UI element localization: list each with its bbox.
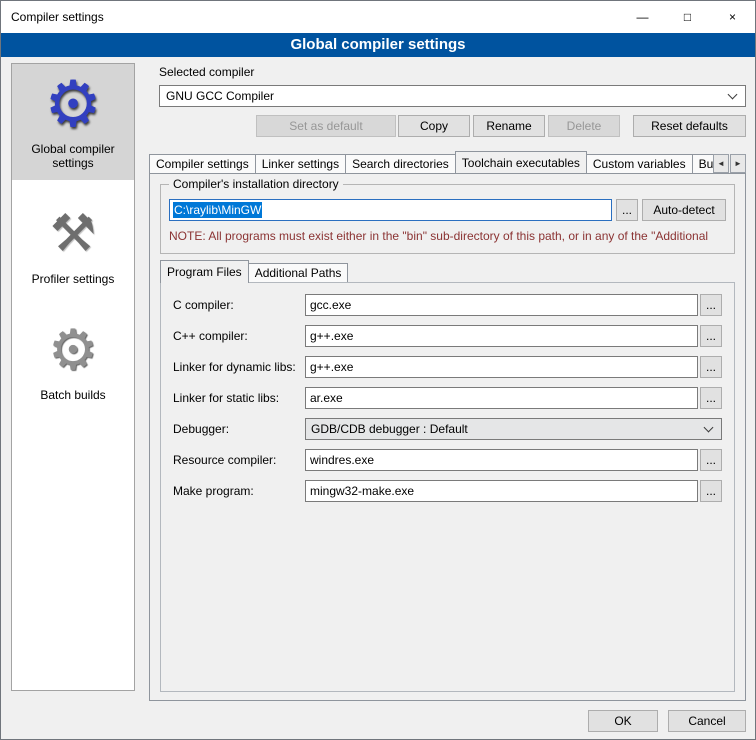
- browse-button[interactable]: ...: [700, 325, 722, 347]
- tab-compiler-settings[interactable]: Compiler settings: [149, 154, 256, 173]
- installation-directory-input[interactable]: C:\raylib\MinGW: [169, 199, 612, 221]
- titlebar: Compiler settings — □ ×: [1, 1, 755, 33]
- tab-linker-settings[interactable]: Linker settings: [255, 154, 346, 173]
- browse-directory-button[interactable]: ...: [616, 199, 638, 221]
- field-label: Linker for dynamic libs:: [173, 360, 305, 374]
- program-files-panel: C compiler: ... C++ compiler: ... Linker…: [160, 282, 735, 692]
- gear-icon: ⚙: [14, 72, 132, 136]
- field-label: C compiler:: [173, 298, 305, 312]
- ok-button[interactable]: OK: [588, 710, 658, 732]
- dialog-header: Global compiler settings: [1, 33, 755, 57]
- note-text: NOTE: All programs must exist either in …: [169, 229, 734, 243]
- main-area: Selected compiler GNU GCC Compiler Set a…: [149, 63, 746, 703]
- selected-text: C:\raylib\MinGW: [173, 202, 262, 218]
- window-title: Compiler settings: [1, 10, 104, 24]
- gray-gear-icon: ⚙: [14, 318, 132, 382]
- tab-toolchain-executables[interactable]: Toolchain executables: [455, 151, 587, 173]
- make-program-input[interactable]: [305, 480, 698, 502]
- browse-button[interactable]: ...: [700, 480, 722, 502]
- chevron-down-icon: [704, 423, 714, 433]
- group-title: Compiler's installation directory: [169, 177, 343, 191]
- tab-program-files[interactable]: Program Files: [160, 260, 249, 283]
- set-as-default-button[interactable]: Set as default: [256, 115, 396, 137]
- minimize-button[interactable]: —: [620, 1, 665, 32]
- maximize-button[interactable]: □: [665, 1, 710, 32]
- delete-button[interactable]: Delete: [548, 115, 620, 137]
- dynamic-linker-input[interactable]: [305, 356, 698, 378]
- compiler-settings-window: Compiler settings — □ × Global compiler …: [0, 0, 756, 740]
- field-label: Resource compiler:: [173, 453, 305, 467]
- debugger-select-value: GDB/CDB debugger : Default: [311, 422, 468, 436]
- browse-button[interactable]: ...: [700, 294, 722, 316]
- browse-button[interactable]: ...: [700, 387, 722, 409]
- sidebar-item-label: Batch builds: [14, 388, 132, 402]
- close-button[interactable]: ×: [710, 1, 755, 32]
- tab-scroll-right-button[interactable]: ►: [730, 154, 746, 173]
- tab-search-directories[interactable]: Search directories: [345, 154, 456, 173]
- cpp-compiler-input[interactable]: [305, 325, 698, 347]
- field-label: Debugger:: [173, 422, 305, 436]
- browse-button[interactable]: ...: [700, 449, 722, 471]
- tab-scrollers: ◄ ►: [713, 154, 746, 173]
- field-label: Linker for static libs:: [173, 391, 305, 405]
- field-row-debugger: Debugger: GDB/CDB debugger : Default: [173, 418, 722, 440]
- c-compiler-input[interactable]: [305, 294, 698, 316]
- selected-compiler-label: Selected compiler: [159, 65, 254, 79]
- reset-defaults-button[interactable]: Reset defaults: [633, 115, 746, 137]
- program-files-tabstrip: Program Files Additional Paths: [160, 260, 735, 282]
- chevron-down-icon: [728, 90, 738, 100]
- rename-button[interactable]: Rename: [473, 115, 545, 137]
- sidebar-item-profiler-settings[interactable]: ⚒ Profiler settings: [12, 194, 134, 296]
- field-row-cpp-compiler: C++ compiler: ...: [173, 325, 722, 347]
- field-row-dynamic-linker: Linker for dynamic libs: ...: [173, 356, 722, 378]
- cancel-button[interactable]: Cancel: [668, 710, 746, 732]
- sidebar-item-label: Profiler settings: [14, 272, 132, 286]
- debugger-select[interactable]: GDB/CDB debugger : Default: [305, 418, 722, 440]
- tab-additional-paths[interactable]: Additional Paths: [248, 263, 349, 282]
- tab-scroll-left-button[interactable]: ◄: [713, 154, 729, 173]
- sidebar-item-batch-builds[interactable]: ⚙ Batch builds: [12, 310, 134, 412]
- sidebar-item-label: Global compiler settings: [14, 142, 132, 170]
- auto-detect-button[interactable]: Auto-detect: [642, 199, 726, 221]
- static-linker-input[interactable]: [305, 387, 698, 409]
- resource-compiler-input[interactable]: [305, 449, 698, 471]
- toolchain-panel: Compiler's installation directory C:\ray…: [149, 173, 746, 701]
- field-row-resource-compiler: Resource compiler: ...: [173, 449, 722, 471]
- copy-button[interactable]: Copy: [398, 115, 470, 137]
- field-row-static-linker: Linker for static libs: ...: [173, 387, 722, 409]
- sidebar-item-global-compiler-settings[interactable]: ⚙ Global compiler settings: [12, 64, 134, 180]
- compiler-select-value: GNU GCC Compiler: [166, 89, 274, 103]
- settings-tabstrip: Compiler settings Linker settings Search…: [149, 151, 746, 173]
- tab-custom-variables[interactable]: Custom variables: [586, 154, 693, 173]
- installation-directory-group: Compiler's installation directory C:\ray…: [160, 184, 735, 254]
- field-label: Make program:: [173, 484, 305, 498]
- field-row-c-compiler: C compiler: ...: [173, 294, 722, 316]
- compiler-select[interactable]: GNU GCC Compiler: [159, 85, 746, 107]
- installation-directory-row: C:\raylib\MinGW ... Auto-detect: [169, 199, 726, 221]
- field-label: C++ compiler:: [173, 329, 305, 343]
- field-row-make-program: Make program: ...: [173, 480, 722, 502]
- profiler-tool-icon: ⚒: [14, 202, 132, 266]
- caption-buttons: — □ ×: [620, 1, 755, 32]
- browse-button[interactable]: ...: [700, 356, 722, 378]
- sidebar: ⚙ Global compiler settings ⚒ Profiler se…: [11, 63, 135, 691]
